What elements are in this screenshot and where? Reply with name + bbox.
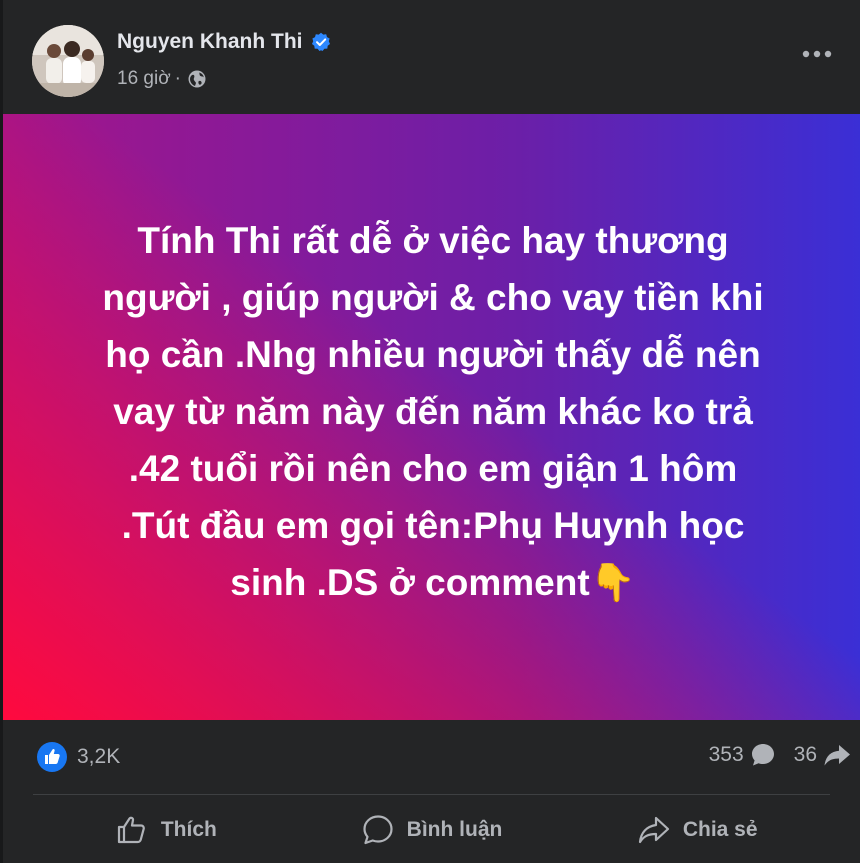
share-button[interactable]: Chia sẻ [564, 800, 830, 860]
action-bar: Thích Bình luận Chia sẻ [33, 800, 830, 860]
facebook-post-card: Nguyen Khanh Thi 16 giờ · Tính Thi rất d… [0, 0, 860, 863]
comment-count[interactable]: 353 [709, 743, 744, 767]
share-icon [824, 745, 850, 766]
meta-separator: · [174, 68, 181, 89]
actions-divider [33, 794, 830, 795]
comment-button[interactable]: Bình luận [299, 800, 565, 860]
post-stats: 3,2K 353 36 [3, 720, 860, 795]
post-background: Tính Thi rất dễ ở việc hay thương người … [3, 114, 860, 720]
more-options-icon [802, 50, 832, 58]
post-text: Tính Thi rất dễ ở việc hay thương người … [102, 219, 764, 603]
more-options-button[interactable] [801, 42, 833, 66]
comment-label: Bình luận [406, 818, 503, 841]
thumbs-up-icon [117, 816, 145, 844]
comment-icon [751, 744, 774, 766]
share-arrow-icon [638, 816, 669, 844]
author-avatar[interactable] [32, 25, 104, 97]
share-label: Chia sẻ [682, 818, 758, 841]
comment-bubble-icon [363, 815, 393, 845]
share-count[interactable]: 36 [794, 743, 817, 767]
like-button[interactable]: Thích [33, 800, 299, 860]
engagement-counts: 353 36 [697, 742, 851, 768]
author-name[interactable]: Nguyen Khanh Thi [117, 30, 303, 54]
post-time[interactable]: 16 giờ [117, 68, 171, 90]
post-header: Nguyen Khanh Thi 16 giờ · [3, 0, 860, 114]
post-meta: 16 giờ · [117, 68, 207, 90]
reaction-count[interactable]: 3,2K [77, 745, 120, 769]
author-line: Nguyen Khanh Thi [117, 30, 331, 54]
like-reaction-icon[interactable] [36, 741, 68, 773]
verified-badge-icon [311, 32, 330, 51]
globe-icon[interactable] [187, 69, 207, 89]
like-label: Thích [160, 818, 217, 841]
